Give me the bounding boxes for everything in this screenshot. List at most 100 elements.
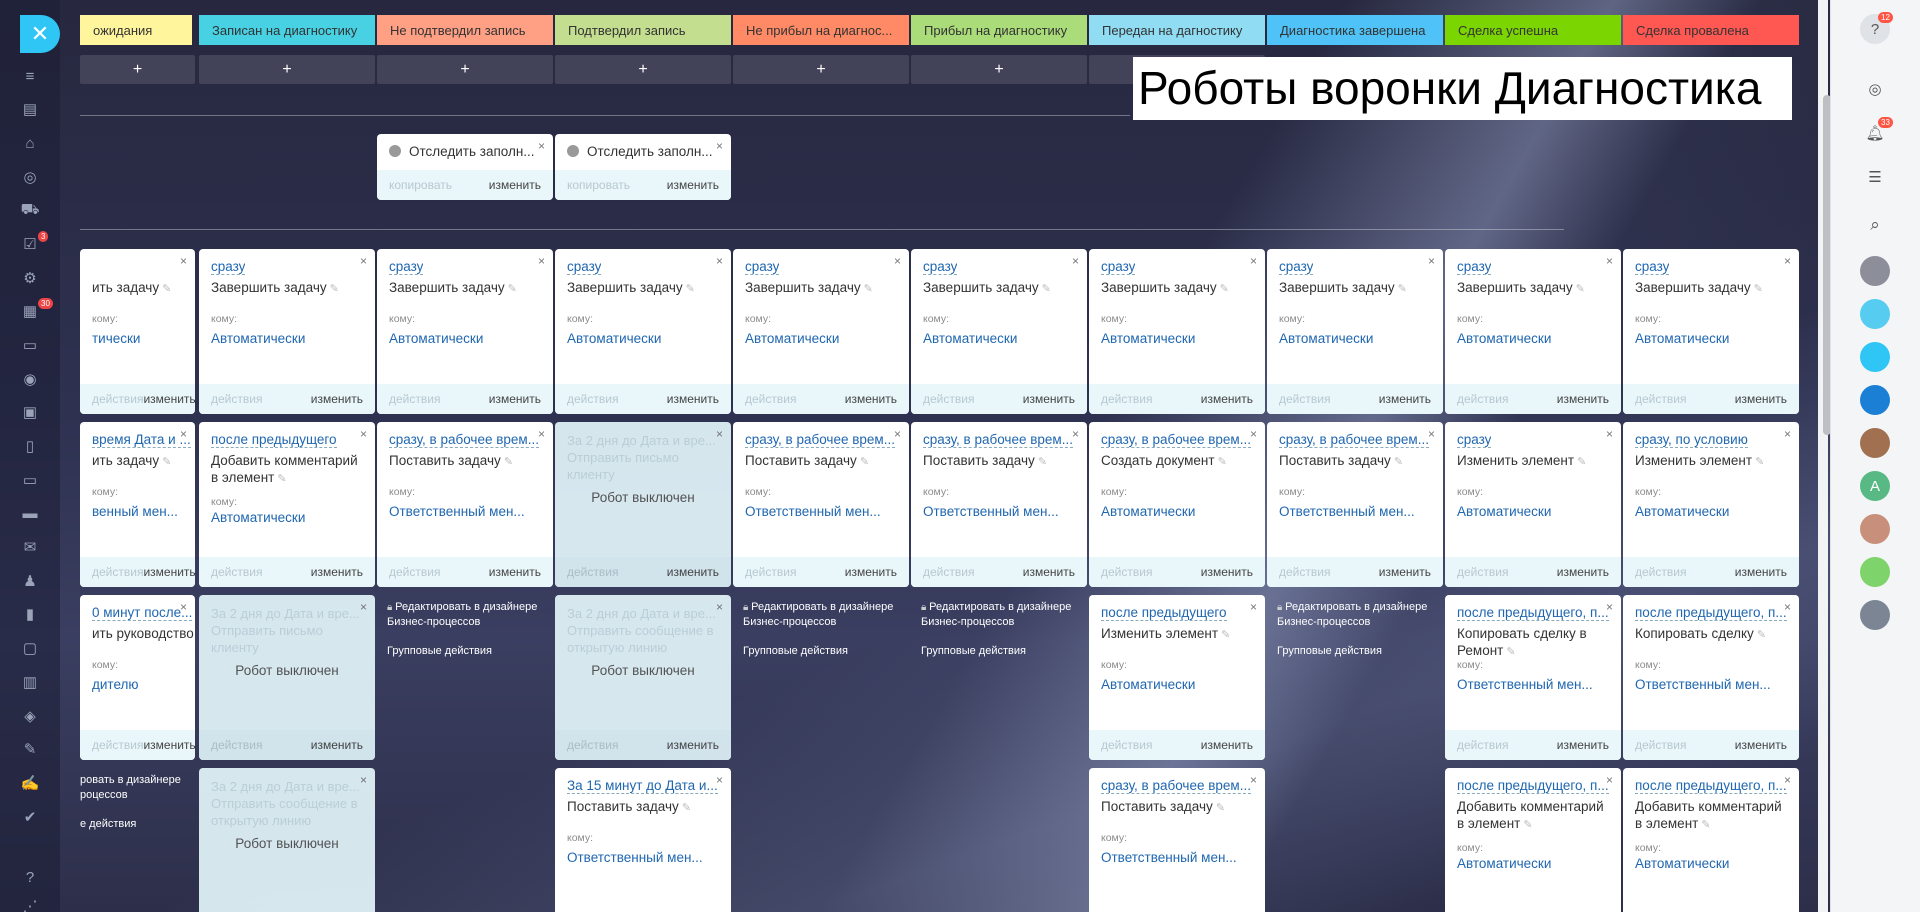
add-robot-button[interactable]: + <box>555 55 731 84</box>
pencil-icon[interactable]: ✎ <box>1039 283 1051 295</box>
actions-link[interactable]: действия <box>1457 738 1508 752</box>
actions-link[interactable]: действия <box>1279 565 1330 579</box>
home-icon[interactable]: ⌂ <box>20 133 40 153</box>
edit-link[interactable]: изменить <box>1557 565 1609 579</box>
pencil-icon[interactable]: ✎ <box>274 473 286 485</box>
pencil-icon[interactable]: ✎ <box>857 456 869 468</box>
robot-timing-link[interactable]: сразу <box>1101 259 1136 275</box>
responsible-link[interactable]: Ответственный мен... <box>567 850 703 865</box>
robot-card[interactable]: × сразу Завершить задачу ✎ кому: Автоматичес… <box>1089 249 1265 414</box>
chat-icon[interactable]: ▭ <box>20 335 40 355</box>
edit-link[interactable]: изменить <box>1735 392 1787 406</box>
edit-link[interactable]: изменить <box>311 565 363 579</box>
support-icon[interactable]: ◉ <box>20 369 40 389</box>
pencil-icon[interactable]: ✎ <box>327 283 339 295</box>
edit-link[interactable]: изменить <box>1379 392 1431 406</box>
robot-card[interactable]: × сразу Изменить элемент ✎ кому: Автоматичес… <box>1445 422 1621 587</box>
robot-timing-link[interactable]: За 15 минут до Дата и... <box>567 778 718 794</box>
robot-card[interactable]: × сразу Завершить задачу ✎ кому: Автоматичес… <box>377 249 553 414</box>
avatar[interactable] <box>1860 557 1890 587</box>
analytics-icon[interactable]: ▮ <box>20 604 40 624</box>
stage-header[interactable]: Передан на дагностику <box>1089 15 1265 45</box>
crm-icon[interactable]: ▤ <box>20 99 40 119</box>
edit-link[interactable]: изменить <box>489 178 541 192</box>
actions-link[interactable]: действия <box>1635 738 1686 752</box>
store-icon[interactable]: ▥ <box>20 672 40 692</box>
close-icon[interactable]: × <box>538 427 545 441</box>
avatar[interactable] <box>1860 428 1890 458</box>
robot-card[interactable]: × За 15 минут до Дата и... Поставить задач… <box>555 768 731 912</box>
robot-timing-link[interactable]: сразу <box>567 259 602 275</box>
close-icon[interactable]: × <box>894 254 901 268</box>
responsible-link[interactable]: Автоматически <box>923 331 1017 346</box>
stage-header[interactable]: Сделка провалена <box>1623 15 1799 45</box>
avatar[interactable] <box>1860 385 1890 415</box>
robot-card[interactable]: × сразу, в рабочее врем... Поставить задач… <box>1089 768 1265 912</box>
actions-link[interactable]: действия <box>745 392 796 406</box>
sign-icon[interactable]: ✍ <box>20 773 40 793</box>
copilot-icon[interactable]: ◎ <box>1860 74 1890 104</box>
edit-link[interactable]: изменить <box>667 738 719 752</box>
close-icon[interactable]: × <box>360 600 367 614</box>
bp-edit-link[interactable]: Редактировать в дизайнере Бизнес-процесс… <box>387 601 537 628</box>
robot-timing-link[interactable]: после предыдущего, п... <box>1635 605 1787 621</box>
responsible-link[interactable]: венный мен... <box>92 504 178 519</box>
stage-header[interactable]: Записан на диагностику <box>199 15 375 45</box>
responsible-link[interactable]: Ответственный мен... <box>1457 677 1593 692</box>
close-icon[interactable]: × <box>360 773 367 787</box>
responsible-link[interactable]: Ответственный мен... <box>1635 677 1771 692</box>
pencil-icon[interactable]: ✎ <box>505 283 517 295</box>
stage-header[interactable]: Не прибыл на диагнос... <box>733 15 909 45</box>
responsible-link[interactable]: Автоматически <box>1635 331 1729 346</box>
pencil-icon[interactable]: ✎ <box>1752 456 1764 468</box>
pencil-icon[interactable]: ✎ <box>1751 283 1763 295</box>
edit-link[interactable]: изменить <box>1735 738 1787 752</box>
edit-link[interactable]: изменить <box>1201 565 1253 579</box>
responsible-link[interactable]: Автоматически <box>211 510 305 525</box>
actions-link[interactable]: действия <box>923 565 974 579</box>
trigger-card[interactable]: Отследить заполн... × копировать изменить <box>377 134 553 200</box>
pencil-icon[interactable]: ✎ <box>501 456 513 468</box>
bp-edit-link[interactable]: Редактировать в дизайнере Бизнес-процесс… <box>921 601 1071 628</box>
actions-link[interactable]: действия <box>745 565 796 579</box>
close-icon[interactable]: × <box>716 427 723 441</box>
pencil-icon[interactable]: ✎ <box>679 802 691 814</box>
actions-link[interactable]: действия <box>1101 565 1152 579</box>
robot-timing-link[interactable]: после предыдущего <box>211 432 337 448</box>
actions-link[interactable]: действия <box>92 392 143 406</box>
close-icon[interactable]: × <box>1428 254 1435 268</box>
responsible-link[interactable]: Автоматически <box>1457 331 1551 346</box>
close-icon[interactable]: × <box>1072 427 1079 441</box>
responsible-link[interactable]: Автоматически <box>567 331 661 346</box>
actions-link[interactable]: действия <box>923 392 974 406</box>
actions-link[interactable]: действия <box>1101 392 1152 406</box>
pencil-icon[interactable]: ✎ <box>861 283 873 295</box>
close-icon[interactable]: × <box>180 254 187 268</box>
copy-link[interactable]: копировать <box>567 178 630 192</box>
pencil-icon[interactable]: ✎ <box>159 283 171 295</box>
more-icon[interactable]: ⋰ <box>20 896 40 912</box>
calendar-icon[interactable]: ▣ <box>20 402 40 422</box>
tasks-icon[interactable]: ☑ <box>20 234 40 254</box>
responsible-link[interactable]: Автоматически <box>1101 677 1195 692</box>
cart-icon[interactable]: ⛟ <box>20 200 40 220</box>
edit-link[interactable]: изменить <box>311 392 363 406</box>
add-robot-button[interactable]: + <box>377 55 553 84</box>
group-actions-link[interactable]: Групповые действия <box>743 644 919 659</box>
robot-card[interactable]: × сразу, в рабочее врем... Поставить задач… <box>1267 422 1443 587</box>
group-actions-link[interactable]: Групповые действия <box>921 644 1097 659</box>
avatar[interactable] <box>1860 514 1890 544</box>
target-icon[interactable]: ◎ <box>20 167 40 187</box>
avatar[interactable]: A <box>1860 471 1890 501</box>
robot-timing-link[interactable]: сразу, в рабочее врем... <box>389 432 539 448</box>
robot-timing-link[interactable]: после предыдущего, п... <box>1457 605 1609 621</box>
actions-link[interactable]: действия <box>567 738 618 752</box>
robot-card[interactable]: ×0 минут после...ить руководство ✎кому:д… <box>80 595 195 760</box>
robot-timing-link[interactable]: сразу <box>389 259 424 275</box>
check-icon[interactable]: ✔ <box>20 807 40 827</box>
search-icon[interactable]: ⌕ <box>1860 210 1890 240</box>
edit-link[interactable]: изменить <box>845 565 897 579</box>
add-robot-button[interactable]: + <box>911 55 1087 84</box>
robot-timing-link[interactable]: сразу <box>1457 259 1492 275</box>
edit-link[interactable]: изменить <box>143 738 195 752</box>
